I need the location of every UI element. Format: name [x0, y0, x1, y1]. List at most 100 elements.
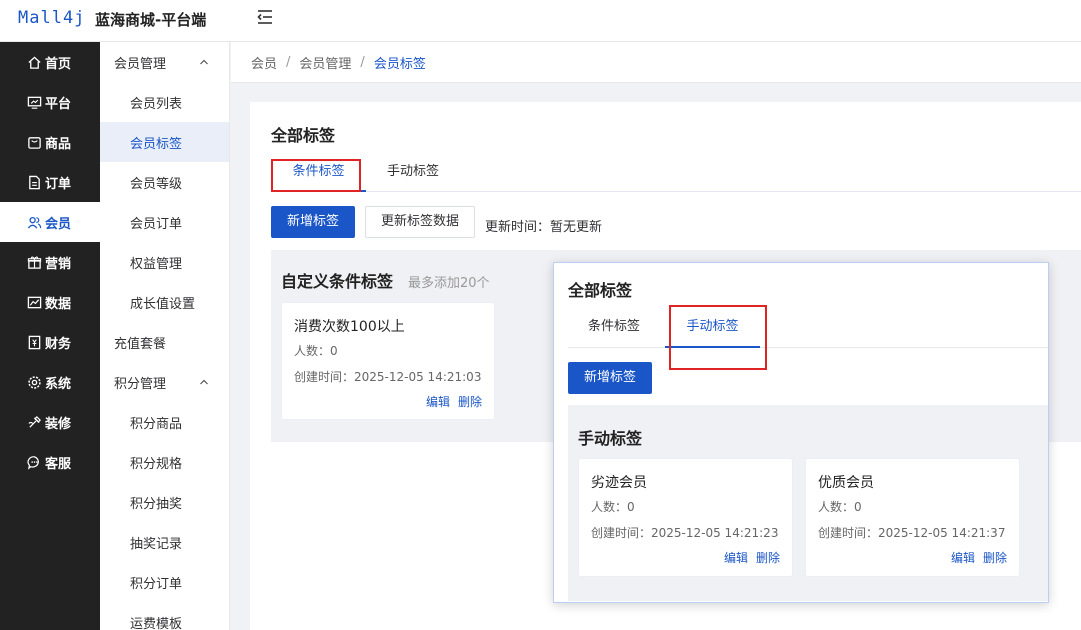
- tag-card-actions: 编辑 删除: [418, 393, 482, 410]
- overlay-tab-bar: 条件标签 手动标签: [568, 313, 1048, 348]
- overlay-tab-manual-tags[interactable]: 手动标签: [665, 313, 760, 348]
- delete-link[interactable]: 删除: [458, 395, 482, 409]
- secondary-nav: 会员管理 会员列表 会员标签 会员等级 会员订单 权益管理 成长值设置 充值套餐…: [100, 42, 230, 630]
- subnav-group-member-management[interactable]: 会员管理: [100, 42, 229, 82]
- tag-card-count: 人数：0: [294, 344, 338, 358]
- subnav-item-member-level[interactable]: 会员等级: [100, 162, 229, 202]
- chevron-up-icon: [199, 377, 209, 387]
- sidebar-item-label: 营销: [45, 256, 72, 272]
- subnav-item-points-specs[interactable]: 积分规格: [100, 442, 229, 482]
- sidebar-item-platform[interactable]: 平台: [0, 82, 100, 122]
- tab-bar: 条件标签 手动标签: [271, 158, 1081, 192]
- subnav-item-growth-settings[interactable]: 成长值设置: [100, 282, 229, 322]
- subnav-item-member-tags[interactable]: 会员标签: [100, 122, 229, 162]
- sidebar-item-members[interactable]: 会员: [0, 202, 100, 242]
- section-hint: 最多添加20个: [408, 276, 490, 291]
- sidebar-item-products[interactable]: 商品: [0, 122, 100, 162]
- sidebar-item-data[interactable]: 数据: [0, 282, 100, 322]
- primary-sidebar: 首页 平台 商品 订单 会员 营销 数据 财务 系统 装修 客服: [0, 42, 100, 630]
- tag-card-count: 人数：0: [591, 500, 635, 514]
- breadcrumb-item[interactable]: 会员: [251, 53, 277, 72]
- tag-card-title: 优质会员: [818, 475, 874, 491]
- breadcrumb-item[interactable]: 会员管理: [299, 53, 351, 72]
- tag-card-time: 创建时间：2025-12-05 14:21:23: [591, 526, 779, 540]
- tab-manual-tags[interactable]: 手动标签: [387, 158, 439, 192]
- sidebar-item-label: 平台: [45, 96, 72, 112]
- breadcrumb-current: 会员标签: [373, 56, 426, 72]
- subnav-group-points-management[interactable]: 积分管理: [100, 362, 229, 402]
- top-header: Mall4j 蓝海商城-平台端: [0, 0, 1081, 42]
- logo: Mall4j: [18, 8, 86, 28]
- sidebar-item-label: 订单: [45, 176, 72, 192]
- sidebar-item-system[interactable]: 系统: [0, 362, 100, 402]
- tab-condition-tags[interactable]: 条件标签: [271, 158, 366, 192]
- delete-link[interactable]: 删除: [983, 551, 1007, 565]
- overlay-add-tag-button[interactable]: 新增标签: [568, 362, 653, 394]
- app-title: 蓝海商城-平台端: [95, 11, 207, 29]
- home-icon: [26, 54, 42, 70]
- sidebar-item-label: 会员: [45, 216, 72, 232]
- sidebar-item-label: 商品: [45, 136, 72, 152]
- sidebar-item-home[interactable]: 首页: [0, 42, 100, 82]
- sidebar-item-label: 装修: [45, 416, 72, 432]
- subnav-item-recharge-package[interactable]: 充值套餐: [100, 322, 229, 362]
- sidebar-item-finance[interactable]: 财务: [0, 322, 100, 362]
- add-tag-button[interactable]: 新增标签: [271, 206, 356, 238]
- manual-tags-section: 手动标签 劣迹会员 人数：0 创建时间：2025-12-05 14:21:23 …: [568, 405, 1048, 601]
- chat-icon: [26, 454, 42, 470]
- sidebar-item-label: 财务: [45, 336, 72, 352]
- tag-card-actions: 编辑 删除: [943, 549, 1007, 566]
- gift-icon: [26, 254, 42, 270]
- section-title: 自定义条件标签: [281, 272, 394, 291]
- update-time-text: 更新时间：暂无更新: [485, 220, 603, 235]
- sidebar-item-decoration[interactable]: 装修: [0, 402, 100, 442]
- tag-card-time: 创建时间：2025-12-05 14:21:37: [818, 526, 1006, 540]
- sidebar-item-label: 数据: [45, 296, 72, 312]
- tag-card-time: 创建时间：2025-12-05 14:21:03: [294, 370, 482, 384]
- document-icon: [26, 174, 42, 190]
- manual-tags-preview: 全部标签 条件标签 手动标签 新增标签 手动标签 劣迹会员 人数：0 创建时间：…: [553, 262, 1049, 603]
- chart-icon: [26, 294, 42, 310]
- sidebar-item-label: 首页: [45, 56, 72, 72]
- monitor-icon: [26, 94, 42, 110]
- subnav-item-member-list[interactable]: 会员列表: [100, 82, 229, 122]
- users-icon: [26, 214, 42, 230]
- tag-card-actions: 编辑 删除: [716, 549, 780, 566]
- sidebar-item-label: 客服: [45, 456, 72, 472]
- bag-icon: [26, 134, 42, 150]
- tag-card-title: 消费次数100以上: [294, 319, 405, 335]
- page-title: 全部标签: [271, 126, 336, 145]
- edit-link[interactable]: 编辑: [724, 551, 748, 565]
- subnav-group-label: 积分管理: [114, 376, 167, 392]
- overlay-tab-condition-tags[interactable]: 条件标签: [588, 313, 640, 348]
- tag-card: 劣迹会员 人数：0 创建时间：2025-12-05 14:21:23 编辑 删除: [578, 458, 793, 577]
- subnav-item-benefits[interactable]: 权益管理: [100, 242, 229, 282]
- breadcrumb-separator: /: [360, 54, 365, 70]
- sidebar-item-label: 系统: [45, 376, 72, 392]
- collapse-menu-icon[interactable]: [256, 8, 274, 26]
- section-title: 手动标签: [578, 429, 643, 448]
- edit-link[interactable]: 编辑: [426, 395, 450, 409]
- update-tag-data-button[interactable]: 更新标签数据: [365, 206, 476, 238]
- sidebar-item-marketing[interactable]: 营销: [0, 242, 100, 282]
- tag-card-count: 人数：0: [818, 500, 862, 514]
- edit-link[interactable]: 编辑: [951, 551, 975, 565]
- tag-card-title: 劣迹会员: [591, 475, 647, 491]
- delete-link[interactable]: 删除: [756, 551, 780, 565]
- sidebar-item-service[interactable]: 客服: [0, 442, 100, 482]
- subnav-item-lottery-records[interactable]: 抽奖记录: [100, 522, 229, 562]
- tag-card: 优质会员 人数：0 创建时间：2025-12-05 14:21:37 编辑 删除: [805, 458, 1020, 577]
- sidebar-item-orders[interactable]: 订单: [0, 162, 100, 202]
- finance-icon: [26, 334, 42, 350]
- chevron-up-icon: [199, 57, 209, 67]
- subnav-group-label: 会员管理: [114, 56, 167, 72]
- subnav-item-member-orders[interactable]: 会员订单: [100, 202, 229, 242]
- overlay-title: 全部标签: [568, 281, 633, 300]
- subnav-item-points-products[interactable]: 积分商品: [100, 402, 229, 442]
- palette-icon: [26, 414, 42, 430]
- tag-card: 消费次数100以上 人数：0 创建时间：2025-12-05 14:21:03 …: [281, 302, 495, 420]
- subnav-item-points-orders[interactable]: 积分订单: [100, 562, 229, 602]
- subnav-item-points-lottery[interactable]: 积分抽奖: [100, 482, 229, 522]
- subnav-item-shipping-template[interactable]: 运费模板: [100, 602, 229, 630]
- breadcrumb: 会员 / 会员管理 / 会员标签: [231, 42, 1081, 83]
